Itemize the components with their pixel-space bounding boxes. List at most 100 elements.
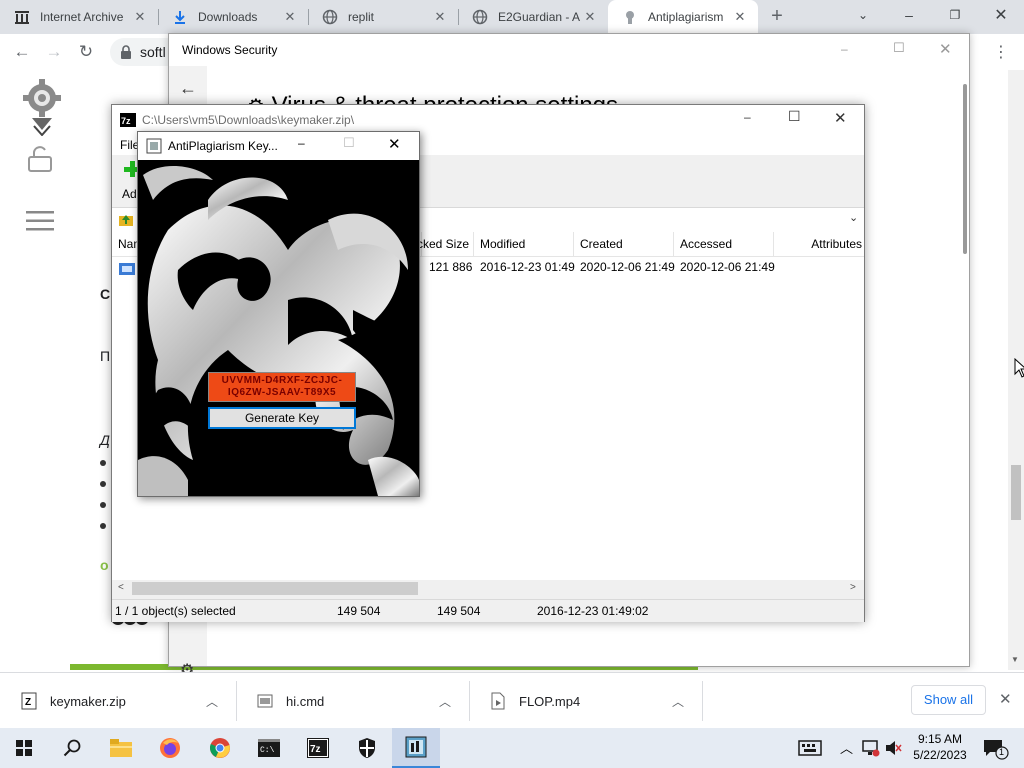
tab-downloads[interactable]: Downloads ✕: [158, 0, 308, 34]
generate-key-button[interactable]: Generate Key: [208, 407, 356, 429]
chevron-up-icon[interactable]: ︿: [672, 693, 684, 710]
mouse-cursor-icon: [1014, 358, 1024, 378]
new-tab-button[interactable]: +: [764, 3, 790, 29]
chrome-icon[interactable]: [196, 728, 244, 768]
start-windows-icon[interactable]: [0, 728, 48, 768]
download-filename: hi.cmd: [286, 693, 325, 709]
system-clock[interactable]: 9:15 AM 5/22/2023: [900, 731, 980, 763]
tab-replit[interactable]: replit ✕: [308, 0, 458, 34]
chevron-up-icon[interactable]: ︿: [206, 693, 218, 710]
tab-title: Antiplagiarism: [648, 10, 724, 24]
minimize-icon[interactable]: –: [744, 110, 751, 124]
restore-icon[interactable]: ❐: [932, 0, 978, 30]
close-window-icon[interactable]: ✕: [939, 40, 952, 58]
search-icon[interactable]: [48, 728, 96, 768]
download-filename: FLOP.mp4: [519, 693, 581, 709]
close-window-icon[interactable]: ✕: [388, 135, 401, 153]
download-filename: keymaker.zip: [50, 693, 126, 709]
column-modified[interactable]: Modified: [474, 232, 574, 256]
serial-line-1: UVVMM-D4RXF-ZCJJC-: [221, 375, 343, 386]
scrollbar-thumb[interactable]: [132, 582, 418, 595]
keygen-taskbar-icon[interactable]: [392, 728, 440, 768]
page-text-fragment: o: [100, 557, 109, 573]
minimize-icon[interactable]: –: [841, 42, 848, 56]
tab-search-chevron-icon[interactable]: ⌄: [840, 0, 886, 30]
download-item-flop[interactable]: FLOP.mp4 ︿: [469, 673, 702, 729]
firefox-icon[interactable]: [146, 728, 194, 768]
minimize-icon[interactable]: –: [886, 0, 932, 30]
download-item-keymaker[interactable]: Z keymaker.zip ︿: [0, 673, 236, 729]
column-packed-size[interactable]: Packed Size: [412, 232, 474, 256]
maximize-icon[interactable]: ☐: [893, 40, 905, 56]
maximize-icon: ☐: [343, 135, 355, 150]
close-tab-icon[interactable]: ✕: [430, 7, 450, 27]
show-all-button[interactable]: Show all: [911, 685, 986, 715]
chevron-up-icon[interactable]: ︿: [840, 738, 853, 757]
zip-file-icon: Z: [20, 692, 38, 710]
close-tab-icon[interactable]: ✕: [730, 7, 750, 27]
forward-arrow-icon[interactable]: →: [41, 39, 67, 65]
download-icon: [172, 9, 188, 25]
serial-line-2: IQ6ZW-JSAAV-T89X5: [227, 387, 337, 398]
window-title: Windows Security: [182, 43, 278, 57]
cell-modified: 2016-12-23 01:49: [480, 260, 575, 274]
status-bar: 1 / 1 object(s) selected 149 504 149 504…: [112, 599, 864, 622]
notification-count: 1: [999, 747, 1005, 757]
bullet: [100, 460, 106, 466]
column-attributes[interactable]: Attributes: [774, 232, 864, 256]
bullet: [100, 523, 106, 529]
clock-time: 9:15 AM: [917, 732, 963, 746]
chevron-up-icon[interactable]: ︿: [439, 693, 451, 710]
video-file-icon: [489, 692, 507, 710]
globe-icon: [322, 9, 338, 25]
minimize-icon[interactable]: –: [298, 136, 305, 150]
winsec-scrollbar-thumb[interactable]: [963, 84, 967, 254]
svg-text:7z: 7z: [121, 116, 131, 126]
close-window-icon[interactable]: ✕: [978, 0, 1024, 30]
browser-tab-strip: Internet Archive ✕ Downloads ✕ replit ✕ …: [0, 0, 1024, 34]
close-tab-icon[interactable]: ✕: [280, 7, 300, 27]
close-window-icon[interactable]: ✕: [834, 109, 847, 127]
hamburger-menu-icon[interactable]: [26, 210, 54, 232]
svg-text:C:\: C:\: [260, 746, 275, 755]
reload-icon[interactable]: ↻: [73, 39, 99, 65]
horizontal-scrollbar[interactable]: < >: [112, 580, 864, 597]
svg-text:7z: 7z: [310, 744, 321, 755]
back-arrow-icon[interactable]: ←: [9, 39, 35, 65]
download-item-hi-cmd[interactable]: hi.cmd ︿: [236, 673, 469, 729]
network-icon[interactable]: [862, 739, 880, 757]
bullet: [100, 481, 106, 487]
command-prompt-icon[interactable]: C:\: [245, 728, 293, 768]
status-selection: 1 / 1 object(s) selected: [115, 604, 236, 618]
close-tab-icon[interactable]: ✕: [130, 7, 150, 27]
settings-gear-icon[interactable]: [20, 78, 64, 136]
folder-up-icon[interactable]: [118, 212, 134, 228]
unlock-icon[interactable]: [28, 146, 52, 172]
page-text-fragment: C: [100, 286, 111, 302]
menu-dots-icon[interactable]: ⋮: [988, 39, 1014, 65]
tab-e2guardian[interactable]: E2Guardian - Ac ✕: [458, 0, 608, 34]
globe-icon: [472, 9, 488, 25]
file-explorer-icon[interactable]: [97, 728, 145, 768]
tab-title: replit: [348, 10, 375, 24]
7zip-taskbar-icon[interactable]: 7z: [294, 728, 342, 768]
scroll-left-arrow-icon[interactable]: <: [118, 582, 124, 593]
close-shelf-icon[interactable]: ✕: [999, 690, 1012, 708]
keyboard-icon[interactable]: [798, 740, 822, 756]
tab-internet-archive[interactable]: Internet Archive ✕: [0, 0, 158, 34]
page-text-fragment: Д: [100, 432, 110, 448]
column-accessed[interactable]: Accessed: [674, 232, 774, 256]
close-tab-icon[interactable]: ✕: [580, 7, 600, 27]
maximize-icon[interactable]: ☐: [788, 108, 801, 125]
chevron-down-icon[interactable]: ⌄: [849, 211, 858, 224]
archive-icon: [14, 9, 30, 25]
window-title: AntiPlagiarism Key...: [168, 139, 278, 153]
column-created[interactable]: Created: [574, 232, 674, 256]
page-scrollbar-thumb[interactable]: [1011, 465, 1021, 520]
tab-antiplagiarism[interactable]: Antiplagiarism ✕: [608, 0, 758, 34]
notification-center-icon[interactable]: 1: [982, 738, 1010, 760]
back-arrow-icon[interactable]: ←: [179, 78, 197, 99]
windows-security-shield-icon[interactable]: [343, 728, 391, 768]
scroll-right-arrow-icon[interactable]: >: [850, 582, 856, 593]
scroll-down-arrow-icon[interactable]: ▼: [1011, 655, 1019, 664]
